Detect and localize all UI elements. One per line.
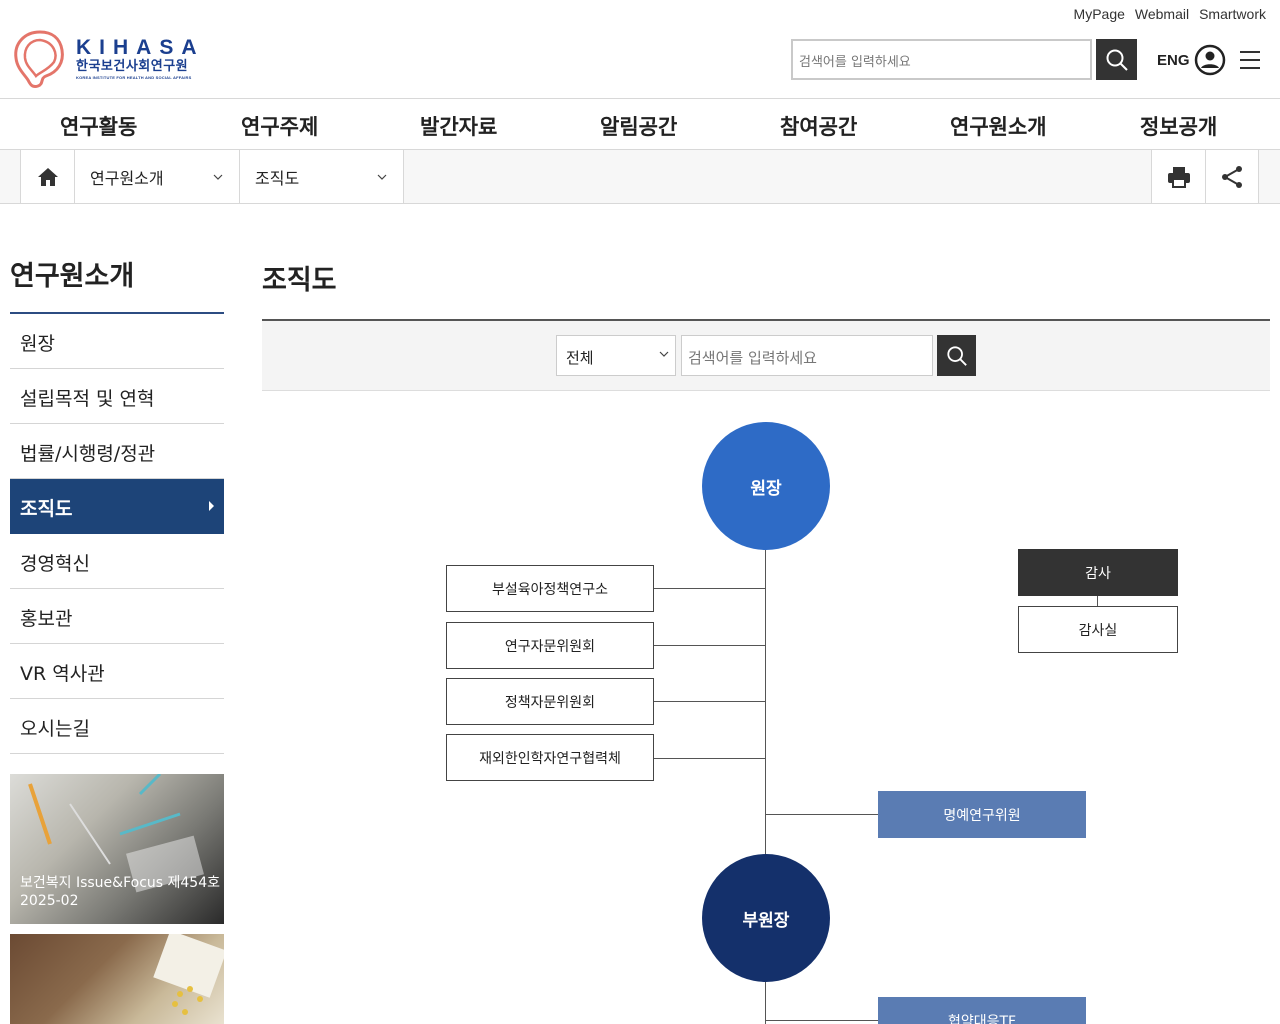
lnb-item-org-chart[interactable]: 조직도 (10, 479, 224, 534)
lnb-item-innovation[interactable]: 경영혁신 (10, 534, 224, 589)
banner-photo-flowers (153, 934, 224, 1015)
org-node-overseas-scholars[interactable]: 재외한인학자연구협력체 (446, 734, 654, 781)
logo-english: KIHASA (76, 36, 205, 59)
gnb-disclosure[interactable]: 정보공개 (1140, 111, 1217, 141)
org-connector (765, 548, 766, 858)
org-connector (653, 645, 765, 646)
breadcrumb-level2-label: 조직도 (255, 168, 300, 188)
lnb-item-pr-hall[interactable]: 홍보관 (10, 589, 224, 644)
lnb-item-history[interactable]: 설립목적 및 연혁 (10, 369, 224, 424)
lnb-item-president[interactable]: 원장 (10, 314, 224, 369)
lnb-item-laws[interactable]: 법률/시행령/정관 (10, 424, 224, 479)
org-connector (765, 1020, 878, 1021)
share-icon (1222, 165, 1242, 188)
eng-link[interactable]: ENG (1157, 52, 1190, 69)
header-search-button[interactable] (1096, 39, 1137, 80)
org-node-policy-advisory[interactable]: 정책자문위원회 (446, 678, 654, 725)
logo-korean: 한국보건사회연구원 (76, 59, 189, 74)
lnb-item-vr-history[interactable]: VR 역사관 (10, 644, 224, 699)
issue-focus-banner[interactable]: 보건복지 Issue&Focus 제454호 2025-02 (10, 774, 224, 924)
banner-date: 2025-02 (20, 893, 79, 909)
user-icon[interactable] (1194, 44, 1226, 76)
org-connector (765, 814, 878, 815)
org-connector (653, 588, 765, 589)
site-logo[interactable]: KIHASA 한국보건사회연구원 KOREA INSTITUTE FOR HEA… (10, 28, 205, 90)
org-connector (653, 701, 765, 702)
print-button[interactable] (1151, 150, 1205, 203)
kihasa-logo-icon (14, 30, 64, 88)
search-icon (1106, 49, 1128, 71)
header-search-input[interactable]: 검색어를 입력하세요 (791, 39, 1092, 80)
chevron-down-icon (377, 174, 387, 180)
search-icon (946, 345, 967, 366)
org-node-childcare-institute[interactable]: 부설육아정책연구소 (446, 565, 654, 612)
home-button[interactable] (20, 150, 74, 203)
banner-title: 보건복지 Issue&Focus 제454호 (20, 875, 221, 891)
breadcrumb-level1-label: 연구원소개 (90, 168, 164, 188)
share-button[interactable] (1205, 150, 1259, 203)
gnb-research-topic[interactable]: 연구주제 (241, 111, 318, 141)
org-connector (653, 758, 765, 759)
page-title: 조직도 (262, 265, 337, 296)
webmail-link[interactable]: Webmail (1135, 6, 1189, 22)
lnb-title: 연구원소개 (10, 261, 135, 292)
org-search-input[interactable]: 검색어를 입력하세요 (681, 335, 933, 376)
category-select-value: 전체 (566, 349, 594, 367)
org-node-agreement-tf[interactable]: 협약대응TF (878, 997, 1086, 1024)
org-node-president[interactable]: 원장 (702, 422, 830, 550)
org-node-audit-office[interactable]: 감사실 (1018, 606, 1178, 653)
gnb-about[interactable]: 연구원소개 (950, 111, 1047, 141)
smartwork-link[interactable]: Smartwork (1199, 6, 1266, 22)
gnb-research-activity[interactable]: 연구활동 (60, 111, 137, 141)
lnb-item-directions[interactable]: 오시는길 (10, 699, 224, 754)
org-node-auditor[interactable]: 감사 (1018, 549, 1178, 596)
logo-subtitle: KOREA INSTITUTE FOR HEALTH AND SOCIAL AF… (76, 75, 192, 80)
org-node-vice-president[interactable]: 부원장 (702, 854, 830, 982)
lnb-item-org-chart-label: 조직도 (20, 498, 73, 520)
utility-links: MyPage Webmail Smartwork (1074, 6, 1266, 22)
caret-right-icon (209, 501, 214, 511)
second-banner[interactable] (10, 934, 224, 1024)
home-icon (37, 167, 58, 186)
chevron-down-icon (659, 351, 669, 357)
category-select[interactable]: 전체 (556, 335, 676, 376)
breadcrumb-level2-dropdown[interactable]: 조직도 (239, 150, 404, 203)
gnb-publications[interactable]: 발간자료 (420, 111, 497, 141)
mypage-link[interactable]: MyPage (1074, 6, 1125, 22)
breadcrumb-level1-dropdown[interactable]: 연구원소개 (74, 150, 239, 203)
gnb-participation[interactable]: 참여공간 (780, 111, 857, 141)
org-node-honorary-fellows[interactable]: 명예연구위원 (878, 791, 1086, 838)
org-search-button[interactable] (937, 335, 976, 376)
chevron-down-icon (213, 174, 223, 180)
hamburger-menu-icon[interactable] (1239, 50, 1261, 70)
print-icon (1167, 166, 1190, 188)
org-connector (765, 980, 766, 1024)
main-navigation: 연구활동 연구주제 발간자료 알림공간 참여공간 연구원소개 정보공개 (0, 98, 1280, 150)
org-node-research-advisory[interactable]: 연구자문위원회 (446, 622, 654, 669)
gnb-notices[interactable]: 알림공간 (600, 111, 677, 141)
breadcrumb: 연구원소개 조직도 (0, 150, 1280, 204)
